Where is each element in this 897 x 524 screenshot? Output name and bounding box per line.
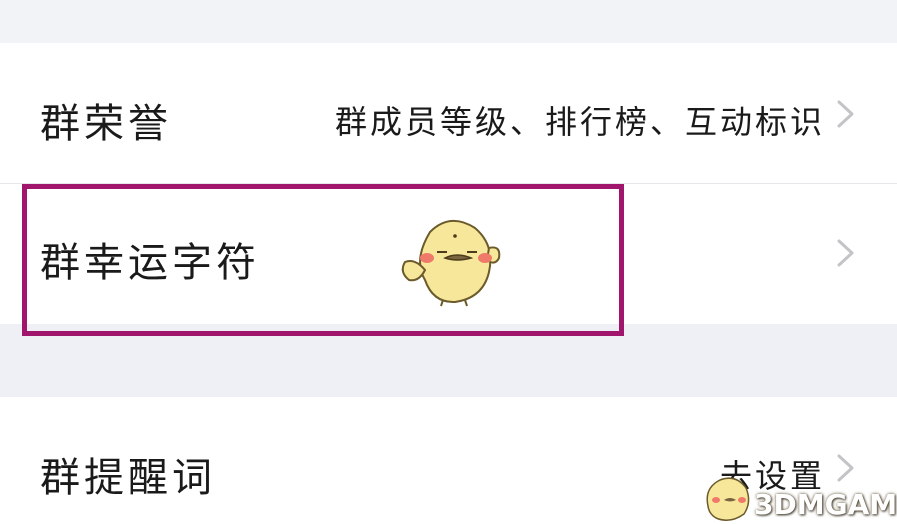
highlight-box [22,184,624,336]
watermark-text: 3DMGAME [754,488,897,521]
top-gap [0,0,897,43]
chevron-right-icon [837,239,854,267]
chevron-right-icon [837,100,854,128]
group-honor-label: 群荣誉 [40,101,172,147]
group-honor-value: 群成员等级、排行榜、互动标识 [334,103,825,141]
group-honor-row[interactable]: 群荣誉 群成员等级、排行榜、互动标识 [0,43,897,183]
group-reminder-label: 群提醒词 [40,455,216,501]
duck-mascot-icon [401,220,501,307]
